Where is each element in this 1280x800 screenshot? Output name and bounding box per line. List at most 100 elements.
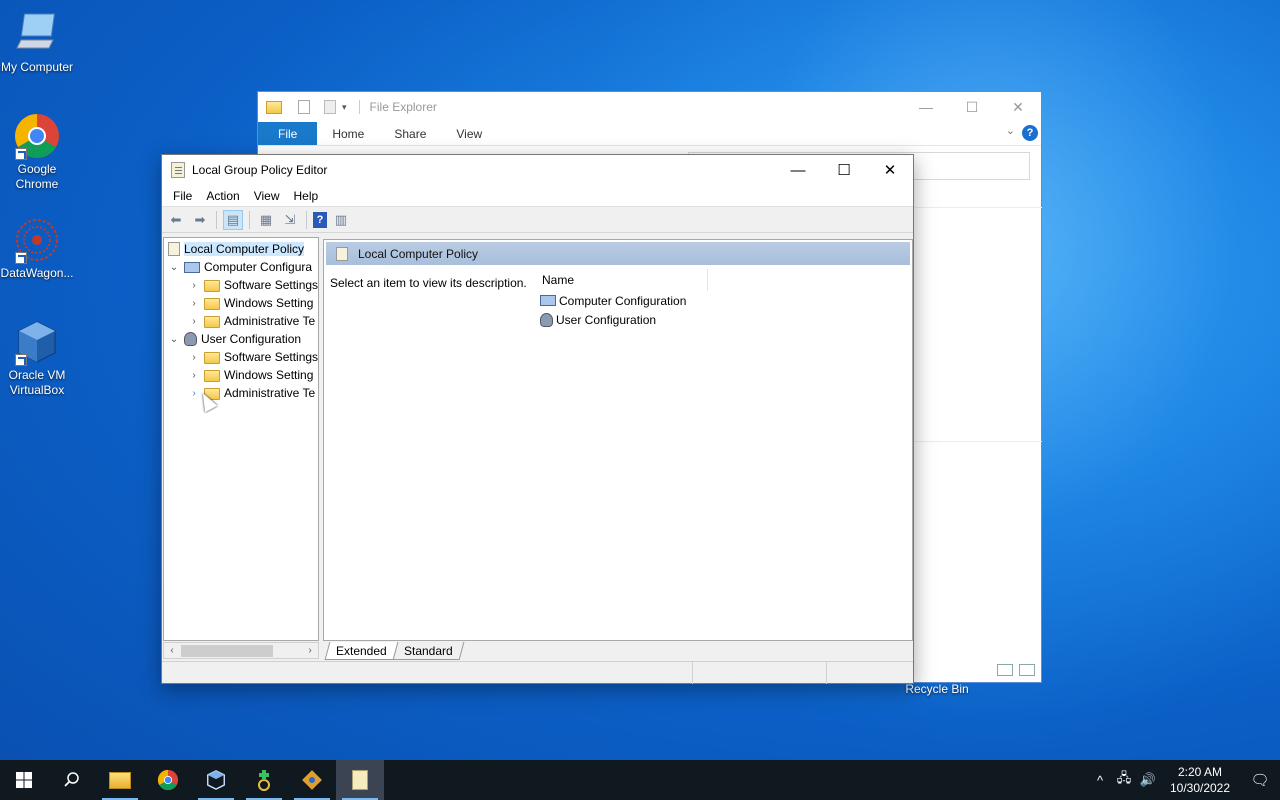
tab-label: Standard xyxy=(403,643,453,658)
details-view-icon[interactable] xyxy=(997,664,1013,676)
tree-item-cc-software-settings[interactable]: › Software Settings xyxy=(188,276,318,294)
list-item-computer-configuration[interactable]: Computer Configuration xyxy=(532,291,912,310)
taskbar-app-git[interactable] xyxy=(288,760,336,800)
chrome-icon xyxy=(157,769,179,791)
properties-icon[interactable] xyxy=(298,100,310,114)
tree-item-label: User Configuration xyxy=(201,332,302,346)
details-pane[interactable]: Local Computer Policy Select an item to … xyxy=(323,239,913,641)
chevron-down-icon[interactable]: ⌄ xyxy=(168,262,180,273)
desktop-icon-datawagon[interactable]: DataWagon... xyxy=(0,216,74,281)
tree-item-label: Software Settings xyxy=(224,278,319,292)
menu-view[interactable]: View xyxy=(247,189,287,203)
tree-item-label: Computer Configura xyxy=(204,260,313,274)
gpedit-titlebar[interactable]: Local Group Policy Editor — ☐ ✕ xyxy=(162,155,913,185)
show-hide-tree-icon[interactable]: ▤ xyxy=(223,209,243,230)
taskbar-chrome[interactable] xyxy=(144,760,192,800)
tab-share[interactable]: Share xyxy=(379,122,441,145)
properties-icon[interactable]: ▦ xyxy=(256,210,276,230)
taskbar-file-explorer[interactable] xyxy=(96,760,144,800)
list-item-label: User Configuration xyxy=(556,312,657,327)
menu-bar: File Action View Help xyxy=(162,185,913,207)
tree-item-user-configuration[interactable]: ⌄ User Configuration xyxy=(168,330,301,348)
forward-arrow-icon[interactable]: ➡ xyxy=(190,210,210,230)
filter-view-icon[interactable]: ▥ xyxy=(331,210,351,230)
folder-icon xyxy=(204,279,220,292)
scroll-left-icon[interactable]: ‹ xyxy=(164,643,180,659)
items-list[interactable]: Name Computer Configuration User Configu… xyxy=(532,269,912,329)
separator xyxy=(249,210,250,229)
policy-editor-icon xyxy=(171,162,185,178)
clock-time: 2:20 AM xyxy=(1177,765,1223,779)
chrome-icon xyxy=(13,112,61,160)
clock[interactable]: 2:20 AM 10/30/2022 xyxy=(1160,764,1240,796)
chevron-right-icon[interactable]: › xyxy=(188,352,200,363)
chevron-down-icon[interactable]: ⌄ xyxy=(168,334,180,345)
chevron-up-icon[interactable]: ^ xyxy=(1088,773,1112,788)
chevron-right-icon[interactable]: › xyxy=(188,298,200,309)
file-explorer-ribbon: File Home Share View ⌄ ? xyxy=(258,122,1041,146)
start-button[interactable] xyxy=(0,760,48,800)
description-text: Select an item to view its description. xyxy=(330,276,527,290)
desktop-icon-virtualbox[interactable]: Oracle VM VirtualBox xyxy=(0,318,74,398)
taskbar-gpedit[interactable] xyxy=(336,760,384,800)
maximize-button[interactable]: ☐ xyxy=(821,155,867,185)
maximize-button[interactable]: ☐ xyxy=(949,92,995,122)
close-button[interactable]: ✕ xyxy=(867,155,913,185)
tab-standard[interactable]: Standard xyxy=(392,642,464,660)
menu-file[interactable]: File xyxy=(166,189,199,203)
file-explorer-titlebar[interactable]: ▾ File Explorer — ☐ ✕ xyxy=(258,92,1041,122)
folder-icon xyxy=(204,297,220,310)
gpedit-window[interactable]: Local Group Policy Editor — ☐ ✕ File Act… xyxy=(161,154,914,684)
computer-icon xyxy=(540,295,556,306)
desktop-icon-google-chrome[interactable]: Google Chrome xyxy=(0,112,74,192)
tree-item-label: Administrative Te xyxy=(224,386,316,400)
minimize-button[interactable]: — xyxy=(903,92,949,122)
close-button[interactable]: ✕ xyxy=(995,92,1041,122)
tree-item-cc-windows-settings[interactable]: › Windows Setting xyxy=(188,294,313,312)
system-tray: ^ 🖧 🔊 2:20 AM 10/30/2022 🗨 xyxy=(1088,760,1280,800)
chevron-down-icon[interactable]: ▾ xyxy=(342,102,347,113)
taskbar-virtualbox[interactable] xyxy=(192,760,240,800)
new-folder-icon[interactable] xyxy=(324,100,336,114)
volume-icon[interactable]: 🔊 xyxy=(1136,772,1160,788)
help-icon[interactable]: ? xyxy=(1022,125,1038,141)
chevron-right-icon[interactable]: › xyxy=(188,280,200,291)
search-button[interactable] xyxy=(48,760,96,800)
list-item-user-configuration[interactable]: User Configuration xyxy=(532,310,912,329)
tab-home[interactable]: Home xyxy=(317,122,379,145)
tree-item-uc-windows-settings[interactable]: › Windows Setting xyxy=(188,366,313,384)
help-icon[interactable]: ? xyxy=(313,211,327,228)
menu-action[interactable]: Action xyxy=(199,189,246,203)
chevron-right-icon[interactable]: › xyxy=(188,370,200,381)
list-header: Name xyxy=(532,269,912,291)
tree-item-computer-configuration[interactable]: ⌄ Computer Configura xyxy=(168,258,312,276)
virtualbox-icon xyxy=(13,318,61,366)
chevron-right-icon[interactable]: › xyxy=(188,316,200,327)
tree-item-local-computer-policy[interactable]: Local Computer Policy xyxy=(168,240,305,258)
network-icon[interactable]: 🖧 xyxy=(1112,769,1136,791)
chevron-down-icon[interactable]: ⌄ xyxy=(1006,124,1015,137)
scrollbar-thumb[interactable] xyxy=(181,645,273,657)
tab-extended[interactable]: Extended xyxy=(324,642,399,660)
tree-item-label: Local Computer Policy xyxy=(184,242,305,256)
back-arrow-icon[interactable]: ⬅ xyxy=(166,210,186,230)
tree-pane[interactable]: Local Computer Policy ⌄ Computer Configu… xyxy=(163,237,319,641)
tree-horizontal-scrollbar[interactable]: ‹ › xyxy=(163,642,319,659)
taskbar-app-green[interactable] xyxy=(240,760,288,800)
desktop-icon-recycle-bin[interactable]: Recycle Bin xyxy=(897,682,977,696)
notification-icon[interactable]: 🗨 xyxy=(1240,771,1280,789)
tree-item-uc-software-settings[interactable]: › Software Settings xyxy=(188,348,318,366)
scroll-right-icon[interactable]: › xyxy=(302,643,318,659)
menu-help[interactable]: Help xyxy=(287,189,326,203)
tree-item-cc-administrative-templates[interactable]: › Administrative Te xyxy=(188,312,315,330)
gpedit-body: Local Computer Policy ⌄ Computer Configu… xyxy=(162,235,913,661)
column-header-name[interactable]: Name xyxy=(532,269,708,291)
large-icons-view-icon[interactable] xyxy=(1019,664,1035,676)
desktop-icon-my-computer[interactable]: My Computer xyxy=(0,10,74,75)
view-toggle xyxy=(997,664,1035,676)
tab-view[interactable]: View xyxy=(441,122,497,145)
tab-file[interactable]: File xyxy=(258,122,318,145)
separator xyxy=(306,210,307,229)
export-list-icon[interactable]: ⇲ xyxy=(280,210,300,230)
minimize-button[interactable]: — xyxy=(775,155,821,185)
